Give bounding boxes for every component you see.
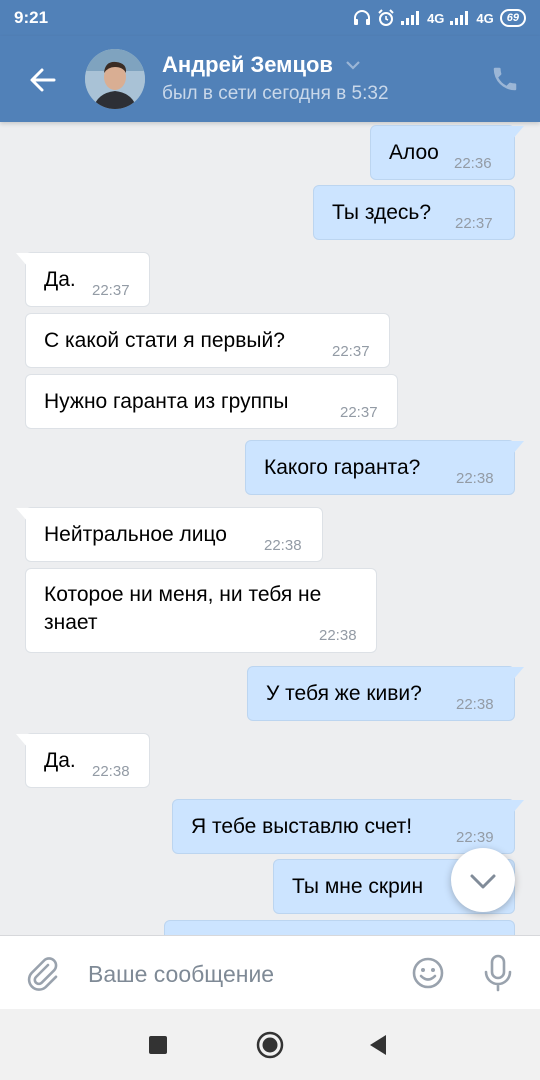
outgoing-message[interactable]: У тебя же киви? 22:38: [247, 666, 524, 721]
status-bar: 9:21 4G 4G 69: [0, 0, 540, 36]
message-input[interactable]: [86, 954, 390, 994]
message-text: Которое ни меня, ни тебя не знает: [44, 583, 322, 634]
message-time: 22:37: [340, 404, 378, 421]
recent-apps-button[interactable]: [148, 1035, 168, 1060]
message-time: 22:37: [332, 343, 370, 360]
bubble-tail: [16, 734, 33, 748]
status-time: 9:21: [14, 8, 49, 27]
message-time: 22:37: [92, 282, 130, 299]
incoming-message[interactable]: С какой стати я первый? 22:37: [25, 313, 390, 368]
back-nav-button[interactable]: [368, 1034, 388, 1061]
scroll-down-button[interactable]: [451, 848, 515, 912]
microphone-icon: [484, 954, 512, 992]
message-text: Да.: [44, 268, 76, 291]
message-text: Алоо: [389, 141, 439, 164]
message-text: Ты здесь?: [332, 201, 432, 224]
bubble-tail: [16, 253, 33, 267]
chat-header: Андрей Земцов был в сети сегодня в 5:32: [0, 36, 540, 122]
message-text: С какой стати я первый?: [44, 329, 285, 352]
network-label-1: 4G: [427, 10, 445, 26]
bubble-tail: [507, 667, 524, 681]
alarm-icon: [377, 9, 395, 27]
paperclip-icon: [27, 957, 58, 991]
bubble-tail: [507, 800, 524, 814]
message-text: Да.: [44, 749, 76, 772]
message-time: 22:38: [92, 763, 130, 780]
message-text: Я тебе выставлю счет!: [191, 815, 413, 838]
message-list[interactable]: Алоо 22:36 Ты здесь? 22:37 Да. 22:37 С какой с…: [0, 122, 540, 935]
battery-indicator: 69: [499, 9, 526, 27]
outgoing-message[interactable]: [164, 920, 515, 935]
bubble-tail: [507, 441, 524, 455]
incoming-message[interactable]: Да. 22:38: [16, 733, 150, 788]
signal-icon-1: [401, 11, 421, 25]
bubble-tail: [507, 126, 524, 140]
smiley-icon: [412, 957, 444, 989]
chevron-down-icon: [470, 874, 496, 889]
avatar[interactable]: [85, 49, 145, 109]
user-photo-icon: [85, 49, 145, 109]
emoji-button[interactable]: [410, 955, 446, 991]
contact-name[interactable]: Андрей Земцов: [162, 52, 333, 78]
message-text: Какого гаранта?: [264, 456, 421, 479]
incoming-message[interactable]: Нейтральное лицо 22:38: [16, 507, 323, 562]
message-composer: [0, 935, 540, 1010]
call-button[interactable]: [490, 64, 520, 94]
message-text: Ты мне скрин: [292, 875, 424, 898]
voice-message-button[interactable]: [480, 953, 516, 993]
phone-icon: [493, 67, 517, 91]
home-button[interactable]: [256, 1031, 284, 1064]
arrow-left-icon: [30, 68, 56, 92]
bubble-tail: [16, 508, 33, 522]
message-text: Нужно гаранта из группы: [44, 390, 289, 413]
square-icon: [149, 1036, 167, 1054]
outgoing-message[interactable]: Ты здесь? 22:37: [313, 185, 515, 240]
message-text: Нейтральное лицо: [44, 523, 227, 546]
back-button[interactable]: [24, 61, 62, 99]
triangle-back-icon: [370, 1035, 386, 1055]
message-time: 22:37: [455, 215, 493, 232]
incoming-message[interactable]: Да. 22:37: [16, 252, 150, 307]
home-circle-icon: [256, 1031, 284, 1059]
message-time: 22:38: [456, 470, 494, 487]
outgoing-message[interactable]: Алоо 22:36: [370, 125, 524, 180]
attach-button[interactable]: [24, 955, 60, 991]
outgoing-message[interactable]: Я тебе выставлю счет! 22:39: [172, 799, 524, 854]
system-nav-bar: [0, 1009, 540, 1080]
message-time: 22:38: [319, 627, 357, 644]
contact-status: был в сети сегодня в 5:32: [162, 83, 389, 104]
incoming-message[interactable]: Которое ни меня, ни тебя не знает 22:38: [25, 568, 377, 653]
message-time: 22:38: [264, 537, 302, 554]
incoming-message[interactable]: Нужно гаранта из группы 22:37: [25, 374, 398, 429]
chevron-down-icon[interactable]: [344, 58, 362, 76]
message-text: У тебя же киви?: [266, 682, 422, 705]
signal-icon-2: [450, 11, 470, 25]
status-icons: 4G 4G 69: [353, 6, 526, 30]
message-time: 22:36: [454, 155, 492, 172]
headphones-icon: [353, 10, 371, 26]
network-label-2: 4G: [476, 10, 494, 26]
message-time: 22:38: [456, 696, 494, 713]
outgoing-message[interactable]: Какого гаранта? 22:38: [245, 440, 524, 495]
